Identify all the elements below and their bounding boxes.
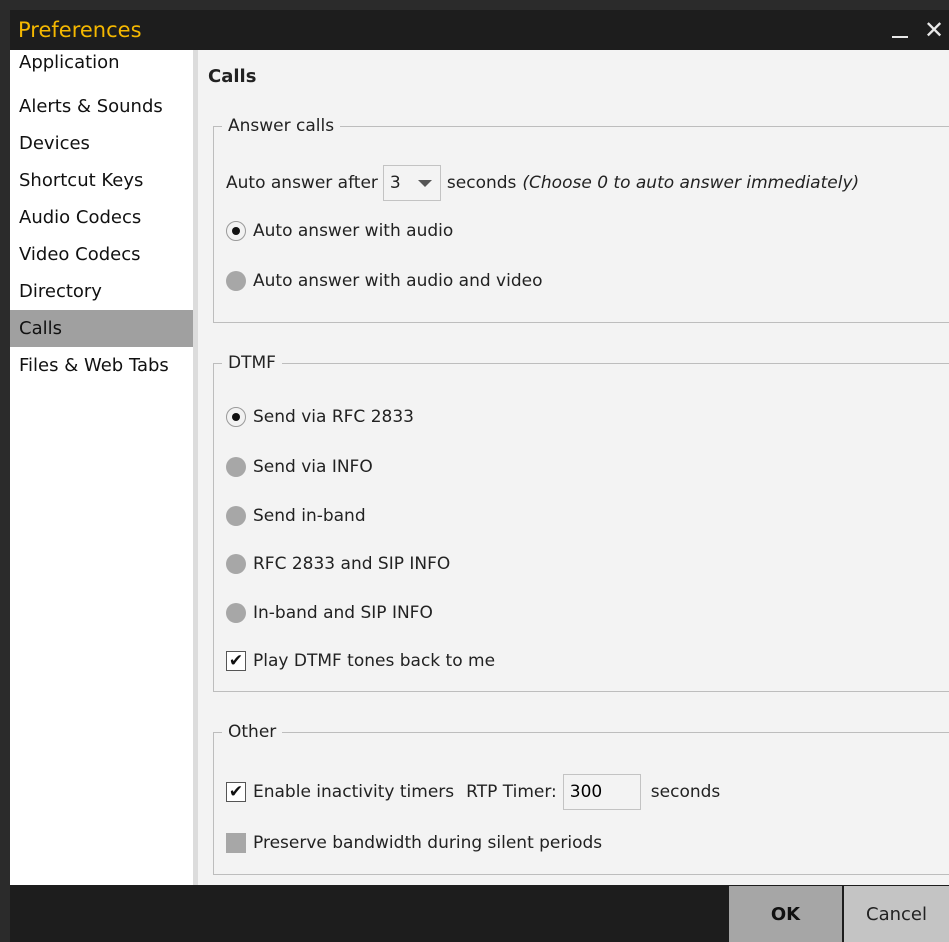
- dtmf-info-radio[interactable]: [226, 457, 246, 477]
- inactivity-row: ✔ Enable inactivity timers RTP Timer: se…: [226, 774, 720, 810]
- chevron-down-icon: [417, 179, 432, 187]
- dtmf-rfc2833-label[interactable]: Send via RFC 2833: [253, 407, 414, 427]
- other-group: Other ✔ Enable inactivity timers RTP Tim…: [213, 722, 949, 875]
- calls-panel: Calls Answer calls Auto answer after 3 s…: [198, 50, 949, 885]
- rtp-timer-label: RTP Timer:: [466, 782, 557, 802]
- window-controls: ✕: [883, 10, 949, 50]
- auto-answer-seconds-value: 3: [389, 173, 401, 193]
- dtmf-inband-sip-info-option[interactable]: In-band and SIP INFO: [226, 603, 433, 623]
- preserve-bandwidth-checkbox[interactable]: [226, 833, 246, 853]
- play-dtmf-tones-label[interactable]: Play DTMF tones back to me: [253, 651, 495, 671]
- preserve-bandwidth-label[interactable]: Preserve bandwidth during silent periods: [253, 833, 602, 853]
- dtmf-rfc2833-sip-info-label[interactable]: RFC 2833 and SIP INFO: [253, 554, 450, 574]
- sidebar-item-devices[interactable]: Devices: [10, 125, 193, 162]
- auto-answer-audio-label[interactable]: Auto answer with audio: [253, 221, 453, 241]
- sidebar-item-directory[interactable]: Directory: [10, 273, 193, 310]
- dtmf-group: DTMF Send via RFC 2833 Send via INFO Sen…: [213, 353, 949, 692]
- dtmf-inband-option[interactable]: Send in-band: [226, 506, 366, 526]
- dtmf-inband-label[interactable]: Send in-band: [253, 506, 366, 526]
- rtp-timer-input[interactable]: [562, 774, 641, 810]
- sidebar-item-calls[interactable]: Calls: [10, 310, 193, 347]
- answer-calls-legend: Answer calls: [228, 116, 335, 136]
- sidebar-item-application[interactable]: Application: [10, 50, 193, 88]
- preserve-bandwidth-option[interactable]: Preserve bandwidth during silent periods: [226, 833, 602, 853]
- sidebar: Application Alerts & Sounds Devices Shor…: [10, 50, 194, 885]
- auto-answer-audio-radio[interactable]: [226, 221, 246, 241]
- dialog-footer: OK Cancel: [10, 885, 949, 942]
- cancel-button[interactable]: Cancel: [844, 886, 949, 942]
- minimize-icon[interactable]: [883, 10, 919, 50]
- window-title: Preferences: [18, 18, 142, 42]
- inactivity-timers-label[interactable]: Enable inactivity timers: [253, 782, 454, 802]
- window-body: Application Alerts & Sounds Devices Shor…: [10, 50, 949, 885]
- title-bar: Preferences ✕: [10, 10, 949, 50]
- sidebar-item-alerts-sounds[interactable]: Alerts & Sounds: [10, 88, 193, 125]
- dtmf-info-option[interactable]: Send via INFO: [226, 457, 373, 477]
- page-title: Calls: [208, 66, 257, 87]
- dtmf-inband-sip-info-label[interactable]: In-band and SIP INFO: [253, 603, 433, 623]
- dtmf-rfc2833-option[interactable]: Send via RFC 2833: [226, 407, 414, 427]
- auto-answer-audio-video-radio[interactable]: [226, 271, 246, 291]
- auto-answer-audio-video-label[interactable]: Auto answer with audio and video: [253, 271, 542, 291]
- auto-answer-row: Auto answer after 3 seconds (Choose 0 to…: [226, 165, 859, 201]
- close-icon[interactable]: ✕: [919, 10, 949, 50]
- dtmf-inband-sip-info-radio[interactable]: [226, 603, 246, 623]
- auto-answer-seconds-dropdown[interactable]: 3: [382, 165, 441, 201]
- check-icon: ✔: [228, 651, 244, 671]
- inactivity-timers-checkbox[interactable]: ✔: [226, 782, 246, 802]
- auto-answer-audio-video-option[interactable]: Auto answer with audio and video: [226, 271, 542, 291]
- dtmf-rfc2833-sip-info-option[interactable]: RFC 2833 and SIP INFO: [226, 554, 450, 574]
- rtp-seconds-label: seconds: [650, 782, 721, 802]
- play-dtmf-tones-option[interactable]: ✔ Play DTMF tones back to me: [226, 651, 495, 671]
- auto-answer-hint: (Choose 0 to auto answer immediately): [522, 173, 860, 193]
- dtmf-rfc2833-sip-info-radio[interactable]: [226, 554, 246, 574]
- sidebar-item-video-codecs[interactable]: Video Codecs: [10, 236, 193, 273]
- auto-answer-prefix: Auto answer after: [226, 173, 378, 193]
- other-legend: Other: [228, 722, 277, 742]
- auto-answer-audio-option[interactable]: Auto answer with audio: [226, 221, 453, 241]
- dtmf-info-label[interactable]: Send via INFO: [253, 457, 373, 477]
- dtmf-rfc2833-radio[interactable]: [226, 407, 246, 427]
- seconds-label: seconds: [446, 173, 517, 193]
- play-dtmf-tones-checkbox[interactable]: ✔: [226, 651, 246, 671]
- dtmf-inband-radio[interactable]: [226, 506, 246, 526]
- sidebar-item-files-web-tabs[interactable]: Files & Web Tabs: [10, 347, 193, 384]
- dtmf-legend: DTMF: [228, 353, 276, 373]
- answer-calls-group: Answer calls Auto answer after 3 seconds…: [213, 116, 949, 323]
- sidebar-item-shortcut-keys[interactable]: Shortcut Keys: [10, 162, 193, 199]
- check-icon: ✔: [228, 782, 244, 802]
- ok-button[interactable]: OK: [729, 886, 842, 942]
- sidebar-item-audio-codecs[interactable]: Audio Codecs: [10, 199, 193, 236]
